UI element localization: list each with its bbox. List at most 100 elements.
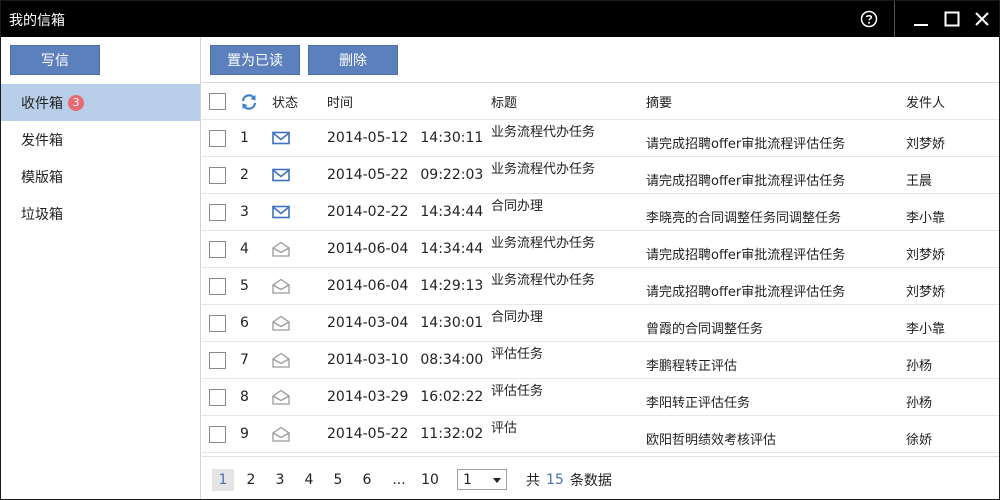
- row-checkbox[interactable]: [209, 314, 226, 332]
- window-title: 我的信箱: [9, 13, 65, 29]
- row-clock: 14:29:13: [420, 278, 484, 294]
- row-summary: 欧阳哲明绩效考核评估: [646, 432, 777, 448]
- row-time: 2014-05-22 09:22:03: [327, 157, 483, 193]
- nav-item-templates[interactable]: 模版箱: [1, 158, 200, 195]
- header-status: 状态: [272, 96, 299, 111]
- page-link-5[interactable]: 5: [330, 469, 346, 491]
- row-checkbox[interactable]: [209, 425, 226, 443]
- table-row[interactable]: 9 2014-05-22 11:32:02 评估 欧阳哲明绩效考核评估 徐娇: [202, 416, 999, 453]
- header-summary: 摘要: [646, 96, 673, 111]
- refresh-button[interactable]: [240, 84, 258, 119]
- row-number: 7: [240, 352, 249, 368]
- row-checkbox[interactable]: [209, 388, 226, 406]
- read-mail-icon: [272, 268, 290, 304]
- row-select-cell: [209, 268, 227, 304]
- row-checkbox[interactable]: [209, 166, 226, 184]
- nav-item-sent[interactable]: 发件箱: [1, 121, 200, 158]
- table-row[interactable]: 6 2014-03-04 14:30:01 合同办理 曾霞的合同调整任务 李小靠: [202, 305, 999, 342]
- row-sender: 刘梦娇: [906, 284, 946, 300]
- row-clock: 14:30:01: [420, 315, 484, 331]
- page-link-6[interactable]: 6: [359, 469, 375, 491]
- help-button[interactable]: [856, 1, 882, 37]
- page-size-select[interactable]: 1: [457, 469, 507, 490]
- row-title[interactable]: 业务流程代办任务: [491, 112, 595, 148]
- sidebar: 写信 收件箱 3 发件箱 模版箱 垃圾箱: [1, 37, 201, 499]
- nav-item-inbox[interactable]: 收件箱 3: [1, 84, 200, 121]
- row-time: 2014-05-22 11:32:02: [327, 416, 483, 452]
- row-title[interactable]: 评估: [491, 408, 517, 444]
- unread-mail-icon: [272, 120, 290, 156]
- compose-button[interactable]: 写信: [10, 45, 100, 75]
- row-title[interactable]: 合同办理: [491, 297, 543, 333]
- row-sender: 刘梦娇: [906, 136, 946, 152]
- table-row[interactable]: 7 2014-03-10 08:34:00 评估任务 李鹏程转正评估 孙杨: [202, 342, 999, 379]
- row-sender: 徐娇: [906, 432, 933, 448]
- row-checkbox[interactable]: [209, 129, 226, 147]
- main-panel: 置为已读 删除 状态 时间 标题 摘要 发件人 1 2014-05-12 14:…: [202, 37, 999, 499]
- total-prefix: 共: [526, 473, 540, 489]
- table-row[interactable]: 1 2014-05-12 14:30:11 业务流程代办任务 请完成招聘offer审批流…: [202, 120, 999, 157]
- row-title[interactable]: 业务流程代办任务: [491, 149, 595, 185]
- page-link-1[interactable]: 1: [212, 469, 234, 491]
- row-checkbox[interactable]: [209, 351, 226, 369]
- row-select-cell: [209, 305, 227, 341]
- row-clock: 16:02:22: [420, 389, 484, 405]
- row-checkbox[interactable]: [209, 240, 226, 258]
- unread-mail-icon: [272, 157, 290, 193]
- minimize-icon: [914, 24, 928, 26]
- table-row[interactable]: 5 2014-06-04 14:29:13 业务流程代办任务 请完成招聘offer审批流…: [202, 268, 999, 305]
- nav-item-label: 发件箱: [21, 132, 63, 149]
- row-time: 2014-05-12 14:30:11: [327, 120, 483, 156]
- row-title[interactable]: 评估任务: [491, 334, 543, 370]
- row-date: 2014-03-10: [327, 352, 409, 368]
- row-date: 2014-03-04: [327, 315, 409, 331]
- page-link-4[interactable]: 4: [301, 469, 317, 491]
- row-checkbox[interactable]: [209, 203, 226, 221]
- maximize-icon: [944, 11, 960, 27]
- row-title[interactable]: 评估任务: [491, 371, 543, 407]
- nav-item-label: 垃圾箱: [21, 206, 63, 223]
- row-number: 6: [240, 315, 249, 331]
- row-title[interactable]: 业务流程代办任务: [491, 260, 595, 296]
- page-link-2[interactable]: 2: [243, 469, 259, 491]
- row-summary: 李阳转正评估任务: [646, 395, 751, 411]
- row-select-cell: [209, 194, 227, 230]
- read-mail-icon: [272, 379, 290, 415]
- select-all-checkbox[interactable]: [209, 93, 226, 110]
- row-clock: 14:34:44: [420, 204, 484, 220]
- table-row[interactable]: 3 2014-02-22 14:34:44 合同办理 李晓亮的合同调整任务同调整任务 李小…: [202, 194, 999, 231]
- maximize-button[interactable]: [938, 1, 966, 37]
- table-row[interactable]: 4 2014-06-04 14:34:44 业务流程代办任务 请完成招聘offer审批流…: [202, 231, 999, 268]
- row-summary: 请完成招聘offer审批流程评估任务: [646, 136, 846, 152]
- row-checkbox[interactable]: [209, 277, 226, 295]
- row-sender: 孙杨: [906, 395, 933, 411]
- select-all-cell: [209, 84, 227, 119]
- row-number: 8: [240, 389, 249, 405]
- row-title[interactable]: 业务流程代办任务: [491, 223, 595, 259]
- row-time: 2014-02-22 14:34:44: [327, 194, 483, 230]
- row-clock: 09:22:03: [420, 167, 484, 183]
- mark-read-button[interactable]: 置为已读: [210, 45, 300, 75]
- row-number: 2: [240, 167, 249, 183]
- row-select-cell: [209, 157, 227, 193]
- total-count-label: 共 15 条数据: [526, 469, 612, 491]
- table-row[interactable]: 8 2014-03-29 16:02:22 评估任务 李阳转正评估任务 孙杨: [202, 379, 999, 416]
- row-date: 2014-03-29: [327, 389, 409, 405]
- row-clock: 08:34:00: [420, 352, 484, 368]
- table-row[interactable]: 2 2014-05-22 09:22:03 业务流程代办任务 请完成招聘offer审批流…: [202, 157, 999, 194]
- unread-mail-icon: [272, 194, 290, 230]
- help-icon: [860, 10, 878, 28]
- row-title[interactable]: 合同办理: [491, 186, 543, 222]
- minimize-button[interactable]: [906, 1, 936, 37]
- delete-button[interactable]: 删除: [308, 45, 398, 75]
- page-link-3[interactable]: 3: [272, 469, 288, 491]
- read-mail-icon: [272, 416, 290, 452]
- row-sender: 李小靠: [906, 210, 946, 226]
- row-number: 1: [240, 130, 249, 146]
- close-button[interactable]: [967, 1, 997, 37]
- nav-item-trash[interactable]: 垃圾箱: [1, 195, 200, 232]
- row-number: 3: [240, 204, 249, 220]
- read-mail-icon: [272, 305, 290, 341]
- read-mail-icon: [272, 342, 290, 378]
- page-link-10[interactable]: 10: [418, 469, 442, 491]
